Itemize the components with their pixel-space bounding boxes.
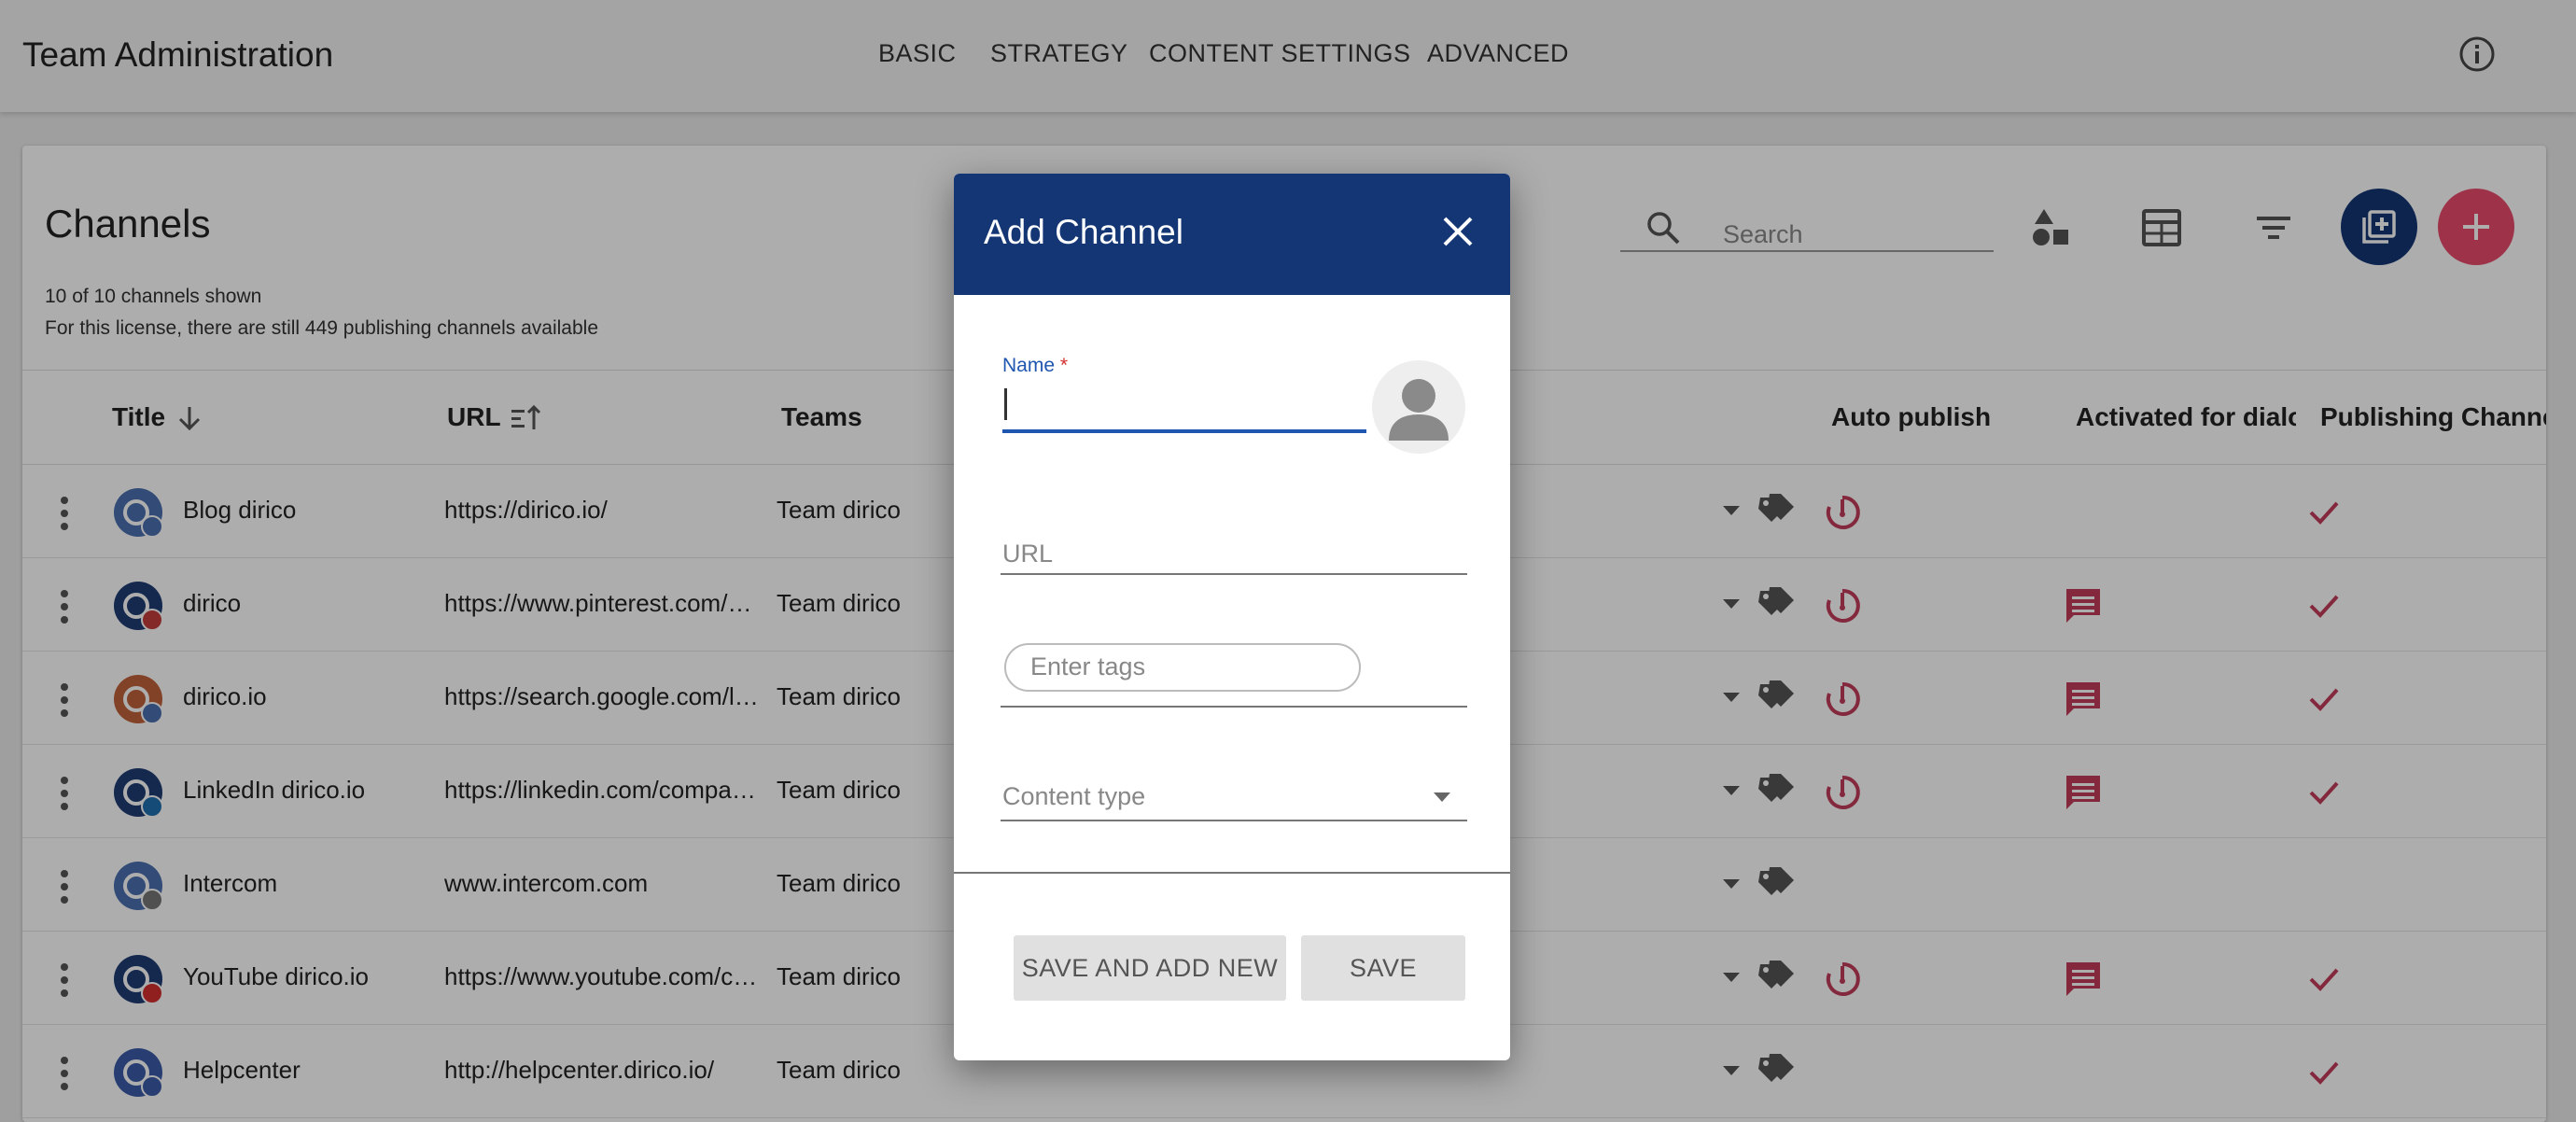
save-and-add-new-button[interactable]: SAVE AND ADD NEW — [1014, 935, 1286, 1001]
dialog-divider — [954, 872, 1510, 874]
tags-input[interactable]: Enter tags — [1004, 643, 1361, 692]
avatar-upload[interactable] — [1372, 360, 1465, 454]
person-icon — [1389, 379, 1449, 441]
name-field-label: Name * — [1002, 355, 1069, 376]
dialog-header: Add Channel — [954, 174, 1510, 295]
content-type-field-line — [1001, 820, 1467, 821]
close-icon[interactable] — [1439, 213, 1477, 250]
tags-field-line — [1001, 706, 1467, 708]
text-cursor — [1004, 388, 1007, 420]
add-channel-dialog: Add Channel Name * URL Enter tags Conten… — [954, 174, 1510, 1060]
content-type-select[interactable]: Content type — [1002, 782, 1145, 811]
url-field-line — [1001, 573, 1467, 575]
name-input[interactable] — [1002, 429, 1366, 433]
save-button[interactable]: SAVE — [1301, 935, 1465, 1001]
dialog-title: Add Channel — [984, 213, 1183, 251]
chevron-down-icon[interactable] — [1432, 790, 1452, 805]
url-input[interactable]: URL — [1002, 540, 1053, 568]
tags-placeholder: Enter tags — [1030, 652, 1146, 680]
